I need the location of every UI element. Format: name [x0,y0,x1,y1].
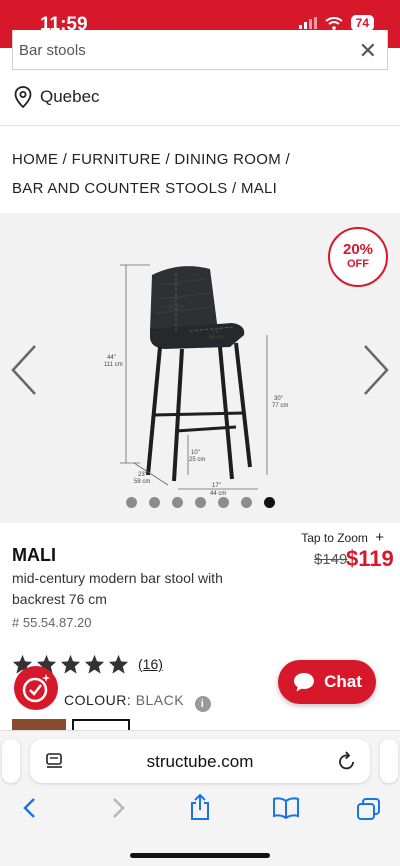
star-icon [60,654,81,674]
chat-label: Chat [324,672,362,691]
share-icon[interactable] [188,793,212,821]
gallery-dot[interactable] [149,497,160,508]
bookmarks-icon[interactable] [272,797,300,819]
dim-back: 15" [170,298,179,304]
gallery-dot[interactable] [218,497,229,508]
chevron-left-icon [11,345,36,395]
discount-percent: 20% [342,241,374,258]
dim-back-cm: 38 cm [168,305,184,311]
breadcrumb-furniture[interactable]: FURNITURE [72,151,161,168]
price-sale: $119 [346,546,394,571]
tap-to-zoom[interactable]: Tap to Zoom + [301,529,384,546]
plus-icon: + [375,529,384,546]
dim-depth-cm: 58 cm [134,479,150,485]
search-input[interactable]: Bar stools ✕ [12,30,388,70]
close-icon[interactable]: ✕ [359,38,377,64]
browser-toolbar: structube.com [0,730,400,866]
status-indicators: 74 [298,15,374,31]
breadcrumb-separator: / [232,180,237,197]
star-icon [108,654,129,674]
review-count[interactable]: (16) [138,656,163,672]
price-original: $149 [314,551,348,568]
divider [0,125,400,126]
home-indicator [130,853,270,858]
discount-off-label: OFF [347,258,369,270]
forward-icon[interactable] [108,797,128,819]
battery-indicator: 74 [350,15,374,31]
product-description: mid-century modern bar stool with backre… [12,570,223,607]
dim-footrest-cm: 25 cm [189,457,205,463]
star-icon [84,654,105,674]
dim-seat-cm: 46 cm [208,335,224,341]
product-name: MALI [12,545,56,565]
info-icon[interactable]: i [194,696,211,712]
previous-image-button[interactable] [10,344,38,396]
signal-icon [298,17,317,29]
breadcrumb-separator: / [285,151,290,168]
colour-value: BLACK [135,692,185,708]
gallery-dot[interactable] [195,497,206,508]
colour-label: COLOUR: [64,692,132,708]
gallery-dot-active[interactable] [264,497,275,508]
url-text: structube.com [146,752,254,771]
discount-badge: 20% OFF [328,227,388,287]
location-pin-icon [14,86,32,108]
wifi-icon [325,16,343,30]
store-location[interactable]: Quebec [14,86,100,108]
gallery-dot[interactable] [172,497,183,508]
dim-seat-height: 30" [274,396,283,402]
colour-selector-label: COLOUR: BLACK i [64,692,211,712]
tabs-icon[interactable] [356,797,382,821]
next-tab-edge[interactable] [380,739,398,783]
dim-seat-height-cm: 77 cm [272,403,288,409]
address-bar[interactable]: structube.com [30,739,370,783]
breadcrumb-bar-stools[interactable]: BAR AND COUNTER STOOLS [12,180,228,197]
dim-width: 17" [212,483,221,489]
dim-height-total-cm: 111 cm [104,362,123,368]
dim-depth: 23" [138,472,147,478]
gallery-dot[interactable] [126,497,137,508]
back-icon[interactable] [20,797,40,819]
rewards-badge[interactable] [14,666,58,710]
sparkle-check-icon [22,674,50,703]
previous-tab-edge[interactable] [2,739,20,783]
breadcrumb-home[interactable]: HOME [12,151,58,168]
zoom-label: Tap to Zoom [301,531,368,545]
next-image-button[interactable] [362,344,390,396]
chat-button[interactable]: Chat [278,660,376,704]
breadcrumb-dining-room[interactable]: DINING ROOM [174,151,281,168]
dim-footrest: 10" [191,450,200,456]
gallery-dot[interactable] [241,497,252,508]
search-value: Bar stools [19,42,86,59]
breadcrumb-separator: / [165,151,170,168]
reload-icon[interactable] [338,751,356,771]
product-sku: # 55.54.87.20 [12,615,92,630]
breadcrumb-separator: / [62,151,68,168]
chevron-right-icon [364,345,389,395]
chat-bubble-icon [294,673,315,692]
breadcrumb-current: MALI [240,180,278,197]
dim-height-total: 44" [107,355,116,361]
gallery-pagination [126,497,275,508]
location-label: Quebec [40,87,100,106]
breadcrumb: HOME / FURNITURE / DINING ROOM / BAR AND… [12,145,392,203]
